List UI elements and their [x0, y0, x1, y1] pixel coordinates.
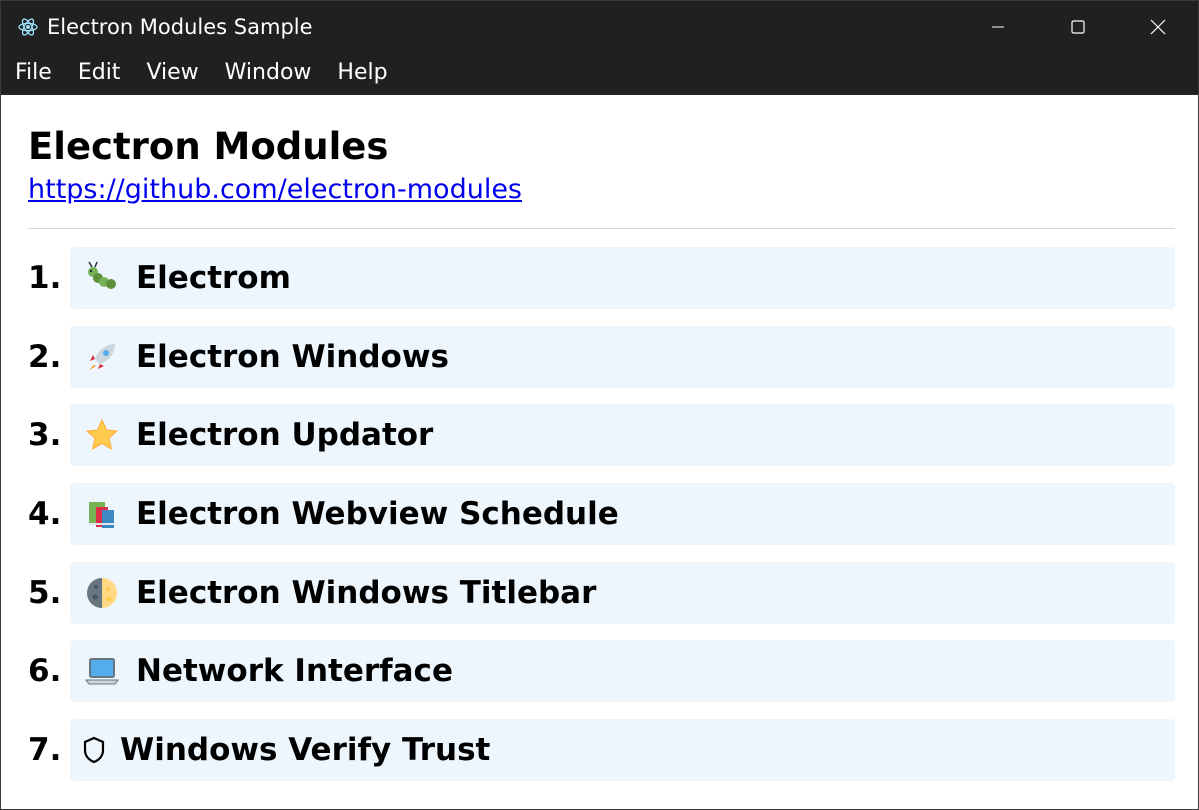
window-title: Electron Modules Sample: [47, 14, 313, 39]
rocket-icon: [82, 337, 122, 377]
list-item: 3. Electron Updator: [28, 404, 1175, 467]
list-item: 4. Electron Webview Schedule: [28, 483, 1175, 546]
list-item: 1. Electrom: [28, 247, 1175, 309]
minimize-button[interactable]: [958, 1, 1038, 52]
menu-view[interactable]: View: [133, 52, 211, 94]
github-link[interactable]: https://github.com/electron-modules: [28, 173, 522, 207]
list-item: 7. Windows Verify Trust: [28, 719, 1175, 782]
window-controls: [958, 1, 1198, 52]
title-bar[interactable]: Electron Modules Sample: [1, 1, 1198, 52]
divider: [28, 228, 1175, 229]
page-content: Electron Modules https://github.com/elec…: [1, 121, 1198, 782]
module-label: Electron Updator: [136, 417, 434, 454]
list-item: 6. Network Interface: [28, 640, 1175, 703]
module-item-windows-verify-trust[interactable]: Windows Verify Trust: [70, 719, 1175, 782]
list-item: 2. Electron Windows: [28, 325, 1175, 388]
page-title: Electron Modules: [28, 125, 389, 168]
module-item-electrom[interactable]: Electrom: [70, 247, 1175, 309]
list-number: 2.: [28, 338, 62, 375]
minimize-icon: [992, 26, 1004, 27]
books-icon: [82, 494, 122, 534]
module-item-electron-webview-schedule[interactable]: Electron Webview Schedule: [70, 483, 1175, 546]
module-item-electron-windows[interactable]: Electron Windows: [70, 325, 1175, 388]
electron-atom-icon: [17, 16, 39, 38]
module-item-electron-updator[interactable]: Electron Updator: [70, 404, 1175, 467]
app-window: Electron Modules Sample File Edit View W…: [0, 0, 1199, 810]
close-button[interactable]: [1118, 1, 1198, 52]
menu-file[interactable]: File: [1, 52, 65, 94]
module-label: Electron Windows Titlebar: [136, 574, 597, 611]
maximize-button[interactable]: [1038, 1, 1118, 52]
list-number: 3.: [28, 417, 62, 454]
menu-window[interactable]: Window: [212, 52, 325, 94]
shield-icon: [80, 730, 108, 770]
module-label: Electrom: [136, 260, 291, 296]
half-moon-icon: [82, 573, 122, 613]
list-number: 5.: [28, 574, 62, 611]
module-label: Electron Webview Schedule: [136, 496, 619, 533]
list-item: 5. Electron Windows Titlebar: [28, 561, 1175, 624]
close-icon: [1150, 19, 1166, 34]
module-list: 1. Electrom 2. Electron Windows 3. Elect…: [28, 247, 1175, 782]
list-number: 6.: [28, 653, 62, 690]
laptop-icon: [82, 651, 122, 691]
maximize-icon: [1071, 19, 1085, 34]
module-label: Network Interface: [136, 653, 453, 690]
module-label: Electron Windows: [136, 338, 449, 375]
menu-bar: File Edit View Window Help: [1, 52, 1198, 95]
module-label: Windows Verify Trust: [120, 732, 491, 769]
list-number: 4.: [28, 496, 62, 533]
list-number: 1.: [28, 260, 62, 296]
menu-help[interactable]: Help: [324, 52, 400, 94]
module-item-network-interface[interactable]: Network Interface: [70, 640, 1175, 703]
module-item-electron-windows-titlebar[interactable]: Electron Windows Titlebar: [70, 561, 1175, 624]
menu-edit[interactable]: Edit: [65, 52, 134, 94]
list-number: 7.: [28, 732, 62, 769]
caterpillar-icon: [82, 258, 122, 298]
star-icon: [82, 415, 122, 455]
